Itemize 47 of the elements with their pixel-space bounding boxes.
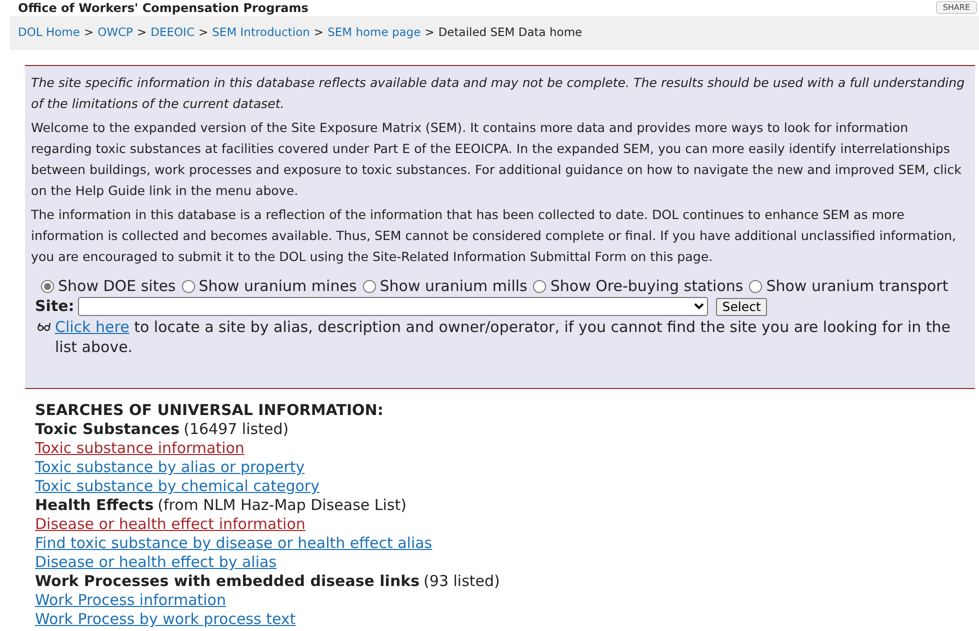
intro-paragraph: The information in this database is a reflection of the information that has been collected to date. DOL continues to enhance SEM as more information is collected and becomes available. Thus, SEM cannot be considered complete or final. If you have additional unclassified information, you are encouraged to submit it to the DOL using the Site-Related Information Submittal Form on this page. (31, 206, 958, 266)
locate-text: Click here to locate a site by alias, description and owner/operator, if you cannot find the site you are looking for in the list above. (55, 317, 952, 357)
breadcrumb-separator: > (314, 24, 324, 42)
breadcrumb-link[interactable]: DEEOIC (150, 24, 194, 42)
radio-label: Show Ore-buying stations (550, 277, 744, 296)
radio-label: Show uranium mills (380, 277, 528, 296)
search-link[interactable]: Toxic substance information (35, 439, 244, 457)
breadcrumb-separator: > (136, 24, 147, 42)
category-note: (16497 listed) (184, 420, 289, 438)
search-link[interactable]: Toxic substance by alias or property (35, 458, 305, 476)
select-button[interactable]: Select (716, 298, 767, 316)
search-link[interactable]: Work Process by work process text (35, 610, 296, 628)
breadcrumb-link[interactable]: OWCP (98, 24, 133, 42)
radio-label: Show uranium transport (766, 277, 948, 296)
section-heading: SEARCHES OF UNIVERSAL INFORMATION: (35, 401, 384, 420)
category-heading: Health Effects (35, 496, 154, 514)
category-heading: Toxic Substances (35, 420, 180, 438)
glasses-icon (37, 322, 51, 331)
locate-link[interactable]: Click here (55, 318, 130, 336)
radio-label: Show uranium mines (198, 277, 357, 296)
site-type-radio[interactable] (533, 280, 546, 293)
radio-label: Show DOE sites (58, 277, 176, 296)
site-type-radio[interactable] (41, 280, 54, 293)
category-heading: Work Processes with embedded disease links (35, 572, 420, 590)
site-type-radio[interactable] (362, 280, 376, 293)
breadcrumb-current: Detailed SEM Data home (438, 24, 582, 42)
breadcrumb-link[interactable]: SEM home page (328, 24, 421, 42)
search-link[interactable]: Disease or health effect by alias (35, 553, 277, 571)
search-link[interactable]: Find toxic substance by disease or health effect alias (35, 534, 432, 552)
site-label: Site: (35, 296, 74, 317)
intro-paragraph: Welcome to the expanded version of the Site Exposure Matrix (SEM). It contains more data and provides more ways to look for information regarding toxic substances at facilities covered under Part E of the EEOICPA. In the expanded SEM, you can more easily identify interrelationships between buildings, work processes and exposure to toxic substances. For additional guidance on how to navigate the new and improved SEM, click on the Help Guide link in the menu above. (31, 119, 962, 200)
disclaimer-text: The site specific information in this database reflects available data and may not be complete. The results should be used with a full understanding of the limitations of the current dataset. (31, 74, 966, 113)
search-link[interactable]: Disease or health effect information (35, 515, 306, 533)
site-dropdown[interactable] (78, 297, 708, 316)
search-link[interactable]: Work Process information (35, 591, 226, 609)
page-title: Office of Workers' Compensation Programs (18, 1, 308, 15)
breadcrumb-separator: > (198, 24, 208, 42)
breadcrumb-separator: > (84, 24, 94, 42)
site-type-radio[interactable] (749, 280, 762, 293)
search-link[interactable]: Toxic substance by chemical category (35, 477, 320, 495)
share-button[interactable]: SHARE (936, 1, 977, 14)
breadcrumb-link[interactable]: DOL Home (18, 24, 80, 42)
breadcrumb-link[interactable]: SEM Introduction (212, 24, 310, 42)
category-note: (from NLM Haz-Map Disease List) (158, 496, 406, 514)
category-note: (93 listed) (424, 572, 500, 590)
breadcrumb-separator: > (424, 24, 434, 42)
site-type-radio[interactable] (182, 280, 195, 293)
